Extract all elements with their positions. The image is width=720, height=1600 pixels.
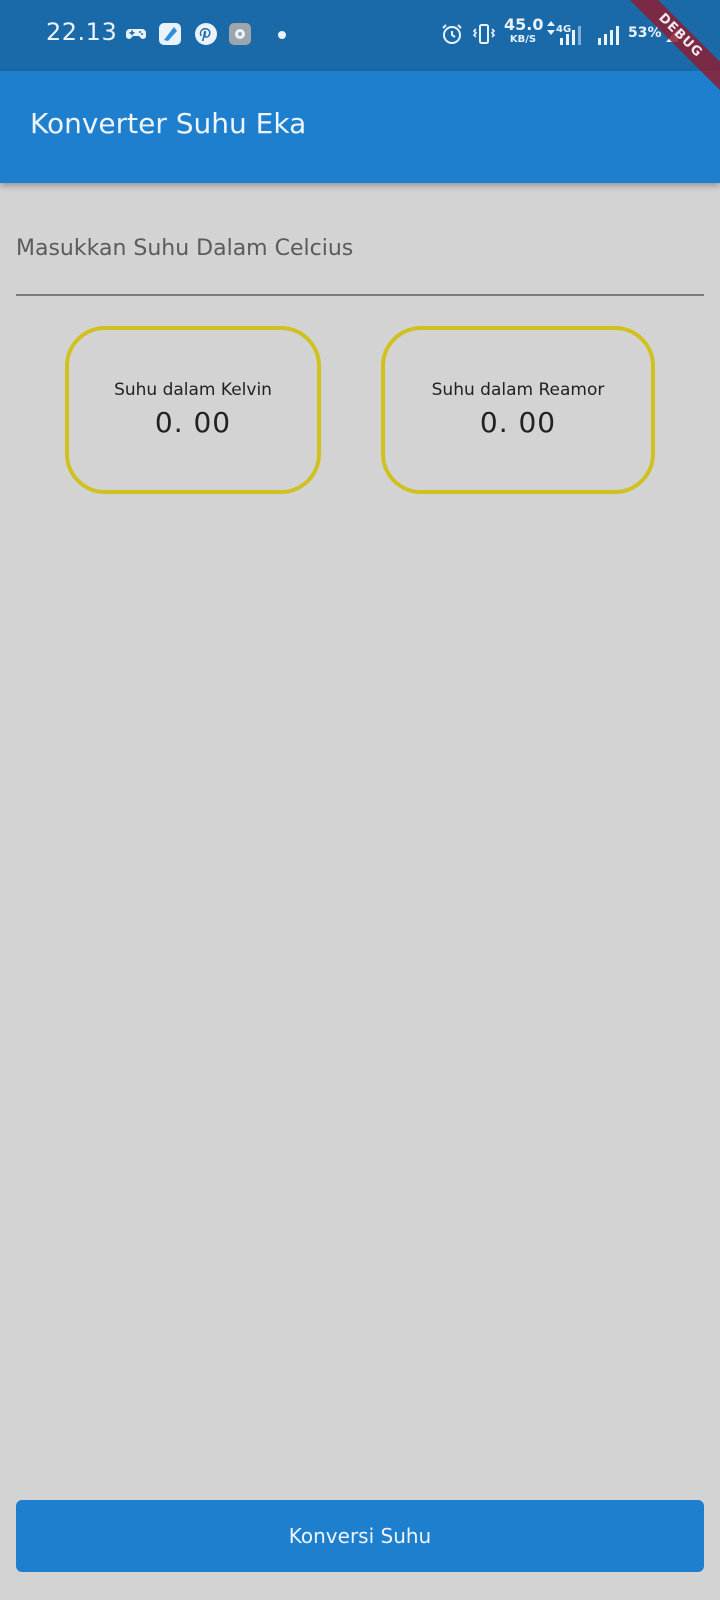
speed-value: 45.0	[504, 15, 544, 34]
kelvin-result-card: Suhu dalam Kelvin 0. 00	[65, 326, 321, 494]
notification-dot-icon	[278, 31, 286, 39]
network-speed: 45.0 KB/S	[504, 15, 544, 45]
gamepad-icon	[126, 29, 146, 39]
signal-icon	[598, 26, 619, 45]
data-arrows-icon	[547, 21, 555, 35]
kelvin-label: Suhu dalam Kelvin	[114, 380, 272, 400]
reamur-result-card: Suhu dalam Reamor 0. 00	[381, 326, 655, 494]
reamur-value: 0. 00	[479, 406, 557, 439]
app-icon	[159, 23, 181, 45]
status-time: 22.13	[46, 18, 118, 46]
app-title: Konverter Suhu Eka	[30, 107, 307, 140]
app-bar: Konverter Suhu Eka	[0, 71, 720, 183]
reamur-label: Suhu dalam Reamor	[431, 380, 605, 400]
speed-unit: KB/S	[509, 34, 537, 45]
celsius-input[interactable]	[16, 228, 704, 268]
vibrate-icon	[472, 24, 496, 44]
kelvin-value: 0. 00	[154, 406, 232, 439]
pinterest-icon	[195, 23, 217, 45]
settings-app-icon	[229, 23, 251, 45]
alarm-icon	[442, 24, 462, 44]
signal-icon	[560, 26, 581, 45]
status-bar: 22.13 45.0 KB/S 4G 53%	[0, 0, 720, 71]
convert-button[interactable]: Konversi Suhu	[16, 1500, 704, 1572]
celsius-input-container	[16, 228, 704, 296]
